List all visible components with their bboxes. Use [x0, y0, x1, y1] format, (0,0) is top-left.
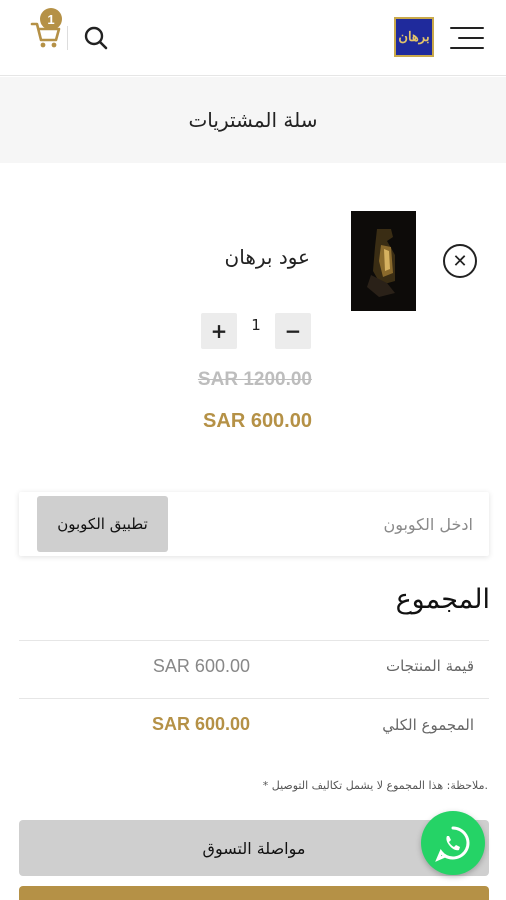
product-image[interactable]: [351, 211, 416, 311]
close-icon: ✕: [452, 250, 468, 272]
header-divider: [67, 26, 68, 50]
apply-coupon-button[interactable]: تطبيق الكوبون: [37, 496, 168, 552]
whatsapp-icon: [435, 826, 470, 862]
logo-text: برهان: [398, 29, 430, 45]
quantity-increase-button[interactable]: +: [201, 313, 237, 349]
subtotal-label: قيمة المنتجات: [385, 657, 474, 675]
whatsapp-button[interactable]: [421, 811, 485, 875]
coupon-input[interactable]: [194, 506, 479, 542]
site-header: برهان 1: [0, 0, 506, 76]
cart-count-badge: 1: [40, 8, 62, 30]
search-icon[interactable]: [82, 24, 110, 52]
subtotal-value: SAR 600.00: [152, 656, 250, 676]
delivery-note: * ملاحظة: هذا المجموع لا يشمل تكاليف الت…: [262, 779, 488, 792]
quantity-value[interactable]: 1: [237, 316, 275, 334]
totals-heading: المجموع: [395, 584, 490, 615]
total-label: المجموع الكلي: [382, 716, 474, 734]
menu-icon[interactable]: [450, 25, 484, 51]
coupon-box: تطبيق الكوبون: [19, 492, 489, 556]
product-name[interactable]: عود برهان: [200, 245, 310, 269]
sale-price: SAR 600.00: [203, 410, 312, 432]
checkout-button[interactable]: [19, 886, 489, 900]
divider: [19, 698, 489, 699]
divider: [19, 640, 489, 641]
page-title: سلة المشتريات: [188, 108, 318, 132]
total-value: SAR 600.00: [151, 714, 250, 734]
original-price: SAR 1200.00: [197, 369, 312, 390]
logo[interactable]: برهان: [394, 17, 434, 57]
remove-item-button[interactable]: ✕: [443, 244, 477, 278]
quantity-decrease-button[interactable]: −: [275, 313, 311, 349]
continue-shopping-button[interactable]: مواصلة التسوق: [19, 820, 489, 876]
page-title-band: سلة المشتريات: [0, 77, 506, 163]
